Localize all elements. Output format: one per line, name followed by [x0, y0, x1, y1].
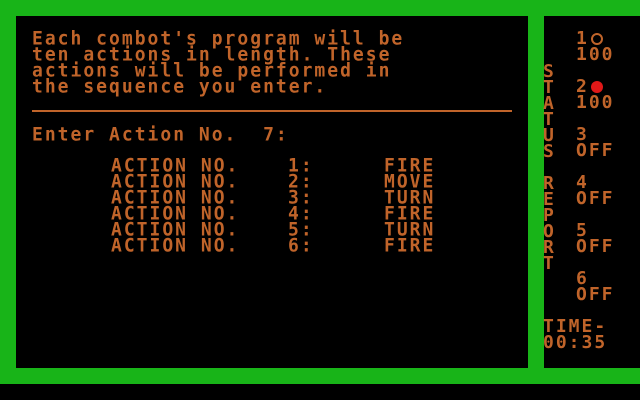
- action-number: 6:: [288, 234, 314, 257]
- action-command: FIRE: [384, 234, 436, 257]
- combot-value: OFF: [576, 188, 615, 209]
- intro-line: the sequence you enter.: [32, 75, 328, 98]
- divider: [32, 110, 512, 112]
- time-value: 00:35: [543, 332, 608, 353]
- combot-value: OFF: [576, 140, 615, 161]
- action-label: ACTION NO.: [111, 234, 240, 257]
- combot-value: 100: [576, 44, 615, 65]
- title-char: S: [543, 141, 554, 162]
- combot-value: OFF: [576, 236, 615, 257]
- action-prompt: Enter Action No. 7:: [32, 123, 289, 146]
- title-char: T: [543, 253, 554, 274]
- combot-value: 100: [576, 92, 615, 113]
- combot-value: OFF: [576, 284, 615, 305]
